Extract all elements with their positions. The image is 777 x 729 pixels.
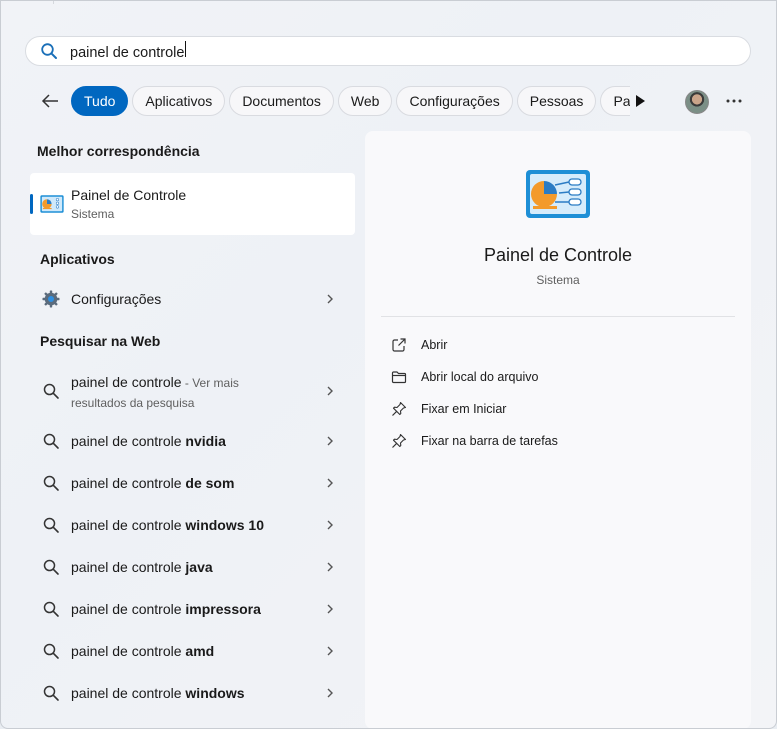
web-suggestion-item[interactable]: painel de controle java xyxy=(30,547,355,587)
chevron-right-icon xyxy=(327,436,333,446)
action-pin-to-taskbar[interactable]: Fixar na barra de tarefas xyxy=(391,429,721,453)
action-label: Fixar na barra de tarefas xyxy=(421,434,558,448)
search-icon xyxy=(43,517,59,533)
web-suggestion-label: painel de controle nvidia xyxy=(71,433,226,449)
suggestion-prefix: painel de controle xyxy=(71,433,186,449)
pin-icon xyxy=(392,401,407,416)
filter-tab-all[interactable]: Tudo xyxy=(71,86,129,116)
search-input[interactable]: painel de controle xyxy=(70,41,187,61)
search-window: painel de controle Tudo Aplicativos Docu… xyxy=(0,0,777,729)
filter-tab-documents[interactable]: Documentos xyxy=(229,86,334,116)
web-suggestion-item[interactable]: painel de controle de som xyxy=(30,463,355,503)
suggestion-prefix: painel de controle xyxy=(71,475,186,491)
web-suggestion-item[interactable]: painel de controle windows 10 xyxy=(30,505,355,545)
arrow-left-icon xyxy=(41,94,58,108)
see-more-text: - Ver mais xyxy=(181,376,239,390)
filter-tab-settings[interactable]: Configurações xyxy=(396,86,513,116)
chevron-right-icon xyxy=(327,604,333,614)
web-result-see-more[interactable]: painel de controle - Ver mais resultados… xyxy=(30,369,355,413)
search-icon xyxy=(43,475,59,491)
see-more-text-line2: resultados da pesquisa xyxy=(71,396,195,410)
filter-tab-web[interactable]: Web xyxy=(337,86,393,116)
best-match-heading: Melhor correspondência xyxy=(37,143,200,159)
filter-bar: Tudo Aplicativos Documentos Web Configur… xyxy=(37,85,634,117)
chevron-right-icon xyxy=(327,520,333,530)
filter-tab-people[interactable]: Pessoas xyxy=(516,86,597,116)
chevron-right-icon xyxy=(327,562,333,572)
action-open-file-location[interactable]: Abrir local do arquivo xyxy=(391,365,721,389)
pin-icon xyxy=(392,433,407,448)
app-result-settings[interactable]: Configurações xyxy=(30,279,355,319)
suggestion-prefix: painel de controle xyxy=(71,601,186,617)
web-suggestion-label: painel de controle impressora xyxy=(71,601,261,617)
suggestion-bold: windows xyxy=(185,685,245,701)
search-icon xyxy=(43,601,59,617)
action-label: Abrir xyxy=(421,338,448,352)
open-external-icon xyxy=(392,338,406,352)
search-icon xyxy=(43,433,59,449)
suggestion-bold: java xyxy=(185,559,213,575)
chevron-right-icon xyxy=(327,386,333,396)
web-suggestion-item[interactable]: painel de controle amd xyxy=(30,631,355,671)
search-icon xyxy=(43,685,59,701)
window-edge xyxy=(53,1,776,4)
web-suggestion-label: painel de controle amd xyxy=(71,643,214,659)
detail-subtitle: Sistema xyxy=(536,273,580,287)
scroll-filters-right-icon[interactable] xyxy=(633,93,647,109)
web-suggestion-item[interactable]: painel de controle nvidia xyxy=(30,421,355,461)
web-suggestion-label: painel de controle windows 10 xyxy=(71,517,264,533)
web-suggestion-item[interactable]: painel de controle impressora xyxy=(30,589,355,629)
suggestion-prefix: painel de controle xyxy=(71,643,186,659)
suggestion-bold: impressora xyxy=(185,601,261,617)
search-icon xyxy=(43,559,59,575)
suggestion-bold: de som xyxy=(185,475,235,491)
web-suggestion-label: painel de controle java xyxy=(71,559,213,575)
control-panel-icon xyxy=(40,195,64,213)
action-open[interactable]: Abrir xyxy=(391,333,721,357)
detail-title: Painel de Controle xyxy=(483,245,633,265)
control-panel-icon xyxy=(526,170,590,218)
web-suggestion-item[interactable]: painel de controle windows xyxy=(30,673,355,713)
chevron-right-icon xyxy=(327,478,333,488)
filter-tab-clipped[interactable]: Pas xyxy=(600,86,631,116)
suggestion-bold: windows 10 xyxy=(185,517,264,533)
folder-icon xyxy=(391,371,407,384)
gear-icon xyxy=(42,290,60,308)
best-match-subtitle: Sistema xyxy=(71,207,115,221)
web-query-text: painel de controle xyxy=(71,374,182,390)
search-icon xyxy=(43,383,59,399)
search-icon xyxy=(43,643,59,659)
best-match-result[interactable]: Painel de Controle Sistema xyxy=(30,173,355,235)
suggestion-prefix: painel de controle xyxy=(71,517,186,533)
action-label: Fixar em Iniciar xyxy=(421,402,507,416)
back-button[interactable] xyxy=(37,88,63,114)
web-suggestion-label: painel de controle de som xyxy=(71,475,234,491)
detail-pane: Painel de Controle Sistema Abrir Abrir l… xyxy=(365,131,751,728)
web-suggestion-label: painel de controle windows xyxy=(71,685,245,701)
search-box[interactable]: painel de controle xyxy=(25,36,751,66)
chevron-right-icon xyxy=(327,294,333,304)
divider xyxy=(381,316,735,317)
app-result-label: Configurações xyxy=(71,291,162,307)
web-search-heading: Pesquisar na Web xyxy=(40,333,161,349)
web-result-text: painel de controle - Ver mais resultados… xyxy=(71,372,321,413)
chevron-right-icon xyxy=(327,688,333,698)
suggestion-bold: amd xyxy=(185,643,215,659)
text-caret xyxy=(185,41,187,57)
suggestion-prefix: painel de controle xyxy=(71,685,186,701)
selection-indicator xyxy=(30,194,33,214)
avatar[interactable] xyxy=(685,90,709,114)
action-label: Abrir local do arquivo xyxy=(421,370,539,384)
action-pin-to-start[interactable]: Fixar em Iniciar xyxy=(391,397,721,421)
apps-heading: Aplicativos xyxy=(40,251,115,267)
more-options-icon[interactable] xyxy=(725,92,743,110)
suggestion-prefix: painel de controle xyxy=(71,559,186,575)
best-match-title: Painel de Controle xyxy=(71,187,187,203)
filter-tab-apps[interactable]: Aplicativos xyxy=(132,86,226,116)
suggestion-bold: nvidia xyxy=(185,433,226,449)
chevron-right-icon xyxy=(327,646,333,656)
search-icon xyxy=(40,42,58,60)
